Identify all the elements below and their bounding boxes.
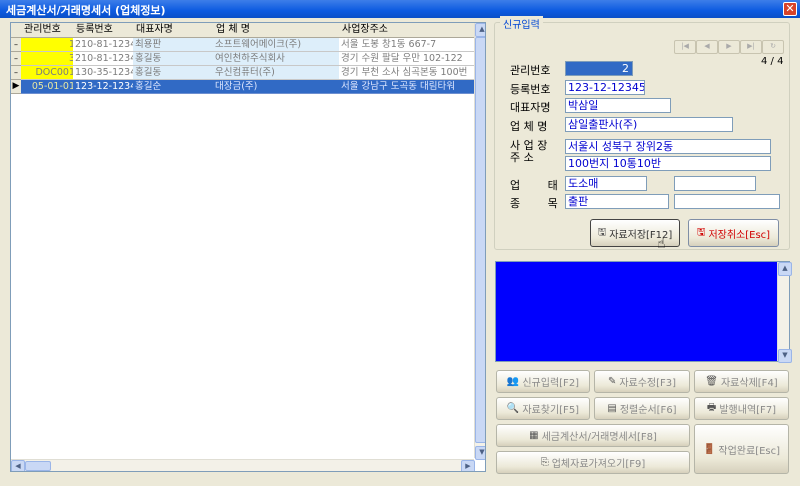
import-icon: ⎘ — [540, 457, 549, 468]
scroll-left-icon[interactable]: ◀ — [11, 460, 25, 471]
sort-button[interactable]: ▤ 정렬순서[F6] — [594, 397, 690, 420]
business-type-label: 업 태 — [510, 179, 558, 192]
edit-icon: ✎ — [607, 376, 617, 387]
company-field[interactable]: 삼일출판사(주) — [565, 117, 733, 132]
cell-mgmt-no[interactable]: 1 — [21, 38, 78, 52]
reg-no-field[interactable]: 123-12-12345 — [565, 80, 645, 95]
new-user-icon: 👥 — [506, 376, 520, 387]
cell-reg-no[interactable]: 210-81-12345 — [73, 38, 138, 52]
cell-address[interactable]: 서울 도봉 창1동 667-7 — [339, 38, 479, 52]
address-line2-field[interactable]: 100번지 10통10반 — [565, 156, 771, 171]
delete-button[interactable]: 🗑 자료삭제[F4] — [694, 370, 789, 393]
cell-mgmt-no[interactable]: 05-01-01 — [21, 80, 78, 94]
find-icon: 🔍 — [506, 403, 520, 414]
ceo-field[interactable]: 박삼일 — [565, 98, 671, 113]
cell-company[interactable]: 우신컴퓨터(주) — [213, 66, 344, 80]
cell-company[interactable]: 소프트웨어메이크(주) — [213, 38, 344, 52]
mgmt-no-label: 관리번호 — [510, 64, 551, 77]
scroll-thumb[interactable] — [475, 37, 485, 443]
cell-mgmt-no[interactable]: DOC001 — [21, 66, 78, 80]
business-item-label: 종 목 — [510, 197, 558, 210]
address-label: 사 업 장 주 소 — [510, 139, 548, 164]
done-button[interactable]: 🚪 작업완료[Esc] — [694, 424, 789, 474]
address-line1-field[interactable]: 서울시 성북구 장위2동 — [565, 139, 771, 154]
cell-address[interactable]: 서울 강남구 도곡동 대림타워 — [339, 80, 479, 94]
history-label: 발행내역[F7] — [719, 405, 777, 416]
cell-reg-no[interactable]: 123-12-12345 — [73, 80, 138, 94]
history-button[interactable]: 🖶 발행내역[F7] — [694, 397, 789, 420]
column-header-reg-no[interactable]: 등록번호 — [73, 23, 137, 38]
sort-icon: ▤ — [607, 403, 617, 414]
last-record-icon[interactable]: ▶| — [740, 40, 762, 54]
cell-address[interactable]: 경기 부천 소사 심곡본동 100번 — [339, 66, 479, 80]
company-label: 업 체 명 — [510, 120, 548, 133]
delete-label: 자료삭제[F4] — [720, 378, 778, 389]
calculator-icon: ▦ — [529, 430, 539, 441]
cell-reg-no[interactable]: 210-81-12345 — [73, 52, 138, 66]
door-icon: 🚪 — [702, 443, 716, 455]
delete-icon: 🗑 — [705, 376, 718, 387]
memo-area[interactable]: ▲ ▼ — [495, 261, 792, 363]
find-label: 자료찾기[F5] — [522, 405, 580, 416]
vertical-scrollbar[interactable]: ▲ ▼ — [474, 23, 485, 460]
cell-mgmt-no[interactable]: 3 — [21, 52, 78, 66]
column-header-mgmt-no[interactable]: 관리번호 — [21, 23, 77, 38]
cancel-save-button[interactable]: 🖫 저장취소[Esc] — [688, 219, 779, 247]
cell-company[interactable]: 여인천하주식회사 — [213, 52, 344, 66]
scroll-down-icon[interactable]: ▼ — [475, 446, 485, 460]
edit-button[interactable]: ✎ 자료수정[F3] — [594, 370, 690, 393]
floppy-cancel-icon: 🖫 — [696, 226, 706, 238]
scroll-right-icon[interactable]: ▶ — [461, 460, 475, 471]
business-item-field[interactable]: 출판 — [565, 194, 669, 209]
import-label: 업체자료가져오기[F9] — [551, 459, 646, 470]
cell-reg-no[interactable]: 130-35-12345 — [73, 66, 138, 80]
sort-label: 정렬순서[F6] — [619, 405, 677, 416]
group-title: 신규입력 — [500, 16, 543, 31]
input-group — [494, 22, 790, 250]
ceo-label: 대표자명 — [510, 101, 551, 114]
prev-record-icon[interactable]: ◀ — [696, 40, 718, 54]
business-type-extra-field[interactable] — [674, 176, 756, 191]
done-label: 작업완료[Esc] — [718, 445, 781, 457]
new-entry-button[interactable]: 👥 신규입력[F2] — [496, 370, 590, 393]
invoice-label: 세금계산서/거래명세서[F8] — [541, 432, 657, 443]
mgmt-no-field[interactable]: 2 — [565, 61, 633, 76]
column-header-ceo[interactable]: 대표자명 — [133, 23, 217, 38]
hscroll-thumb[interactable] — [25, 461, 51, 471]
cell-company[interactable]: 대장금(주) — [213, 80, 344, 94]
save-button[interactable]: 🖫 자료저장[F12] — [590, 219, 680, 247]
first-record-icon[interactable]: |◀ — [674, 40, 696, 54]
find-button[interactable]: 🔍 자료찾기[F5] — [496, 397, 590, 420]
horizontal-scrollbar[interactable]: ◀ ▶ — [11, 459, 475, 471]
column-header-address[interactable]: 사업장주소 — [339, 23, 478, 38]
business-type-field[interactable]: 도소매 — [565, 176, 647, 191]
company-grid[interactable]: 관리번호 등록번호 대표자명 업 체 명 사업장주소 – 1 210-81-12… — [10, 22, 486, 472]
cell-ceo[interactable]: 홍길동 — [133, 52, 218, 66]
new-entry-label: 신규입력[F2] — [522, 378, 580, 389]
title-bar: 세금계산서/거래명세서 (업체정보) ✕ — [0, 0, 800, 18]
invoice-button[interactable]: ▦ 세금계산서/거래명세서[F8] — [496, 424, 690, 447]
scroll-up-icon[interactable]: ▲ — [475, 23, 485, 37]
import-button[interactable]: ⎘ 업체자료가져오기[F9] — [496, 451, 690, 474]
cell-address[interactable]: 경기 수원 팔달 우만 102-122 — [339, 52, 479, 66]
memo-scroll-down-icon[interactable]: ▼ — [778, 349, 792, 363]
close-icon[interactable]: ✕ — [783, 2, 797, 16]
cancel-save-label: 저장취소[Esc] — [708, 229, 771, 241]
reg-no-label: 등록번호 — [510, 83, 551, 96]
cell-ceo[interactable]: 최용판 — [133, 38, 218, 52]
history-icon: 🖶 — [706, 402, 717, 413]
memo-scroll-up-icon[interactable]: ▲ — [778, 262, 792, 276]
window-title: 세금계산서/거래명세서 (업체정보) — [6, 4, 166, 17]
refresh-icon[interactable]: ↻ — [762, 40, 784, 54]
record-position: 4 / 4 — [761, 56, 784, 67]
business-item-extra-field[interactable] — [674, 194, 780, 209]
memo-scrollbar[interactable]: ▲ ▼ — [777, 262, 792, 363]
floppy-disk-icon: 🖫 — [597, 226, 607, 238]
column-header-company[interactable]: 업 체 명 — [213, 23, 343, 38]
cell-ceo[interactable]: 홍길순 — [133, 80, 218, 94]
cell-ceo[interactable]: 홍길동 — [133, 66, 218, 80]
edit-label: 자료수정[F3] — [619, 378, 677, 389]
next-record-icon[interactable]: ▶ — [718, 40, 740, 54]
hand-cursor-icon: ☝ — [657, 236, 666, 252]
